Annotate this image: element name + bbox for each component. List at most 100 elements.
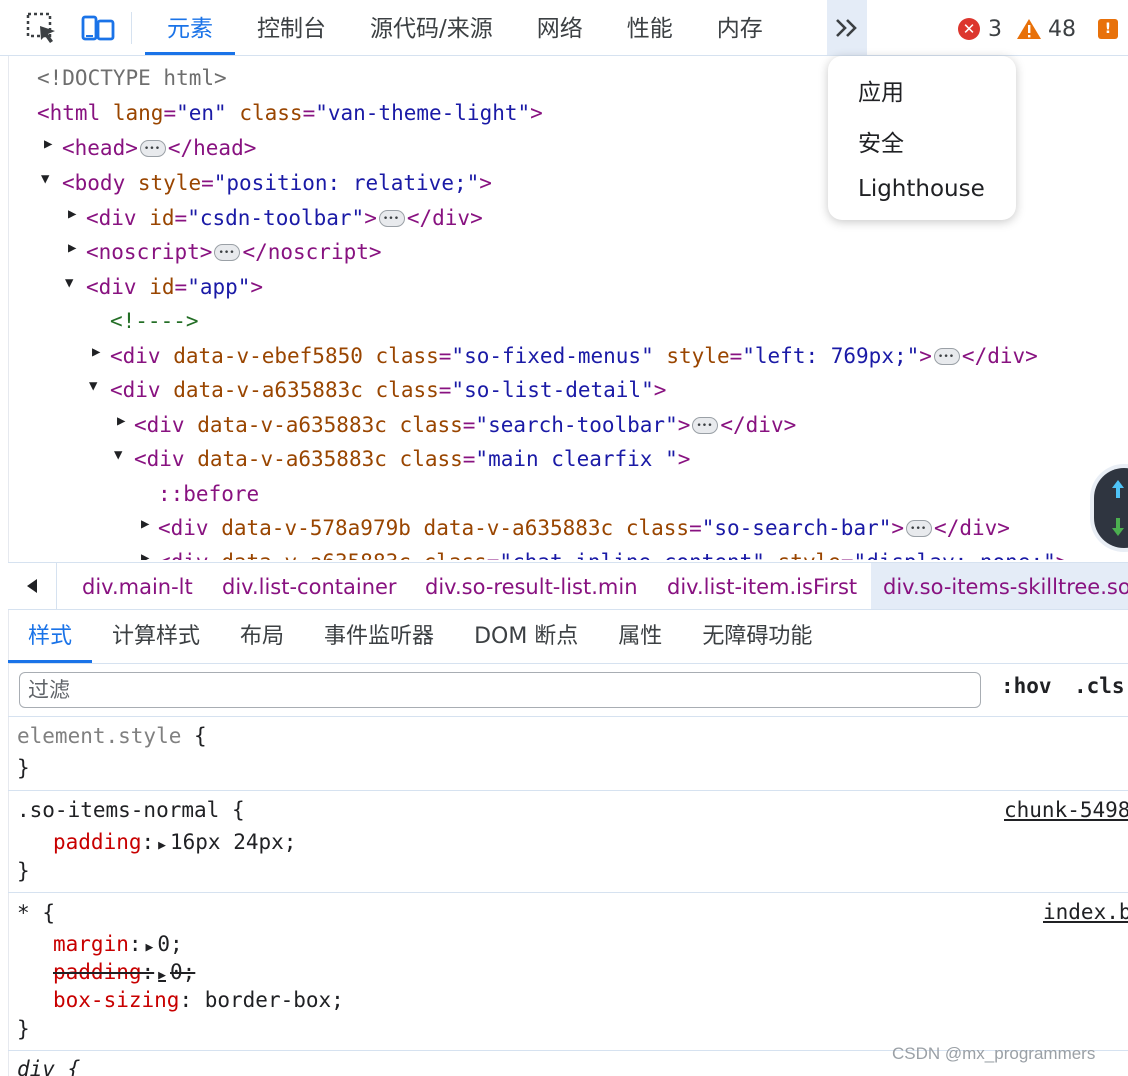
breadcrumb-item[interactable]: div.list-item.isFirst [655, 563, 869, 609]
tree-row-noscript[interactable]: <noscript> </noscript> [86, 235, 382, 270]
collapse-triangle-icon[interactable]: ▼ [65, 275, 81, 291]
collapse-triangle-icon[interactable]: ▼ [41, 171, 57, 187]
css-property-value[interactable]: 16px 24px; [170, 830, 296, 854]
tag-close: </div> [961, 344, 1038, 368]
css-property-name[interactable]: margin [53, 932, 129, 956]
rule-selector[interactable]: element.style [17, 724, 181, 748]
issues-counter[interactable]: ✕ 3 48 ! [958, 14, 1118, 44]
breadcrumb-item[interactable]: div.main-lt [70, 563, 205, 609]
attr-value: "so-fixed-menus" [451, 344, 654, 368]
expand-triangle-icon[interactable]: ▶ [92, 344, 108, 360]
attr-value: "chat-inline-content" [499, 550, 765, 560]
tree-row-main-clearfix[interactable]: <div data-v-a635883c class="main clearfi… [134, 442, 690, 476]
attr-value: "csdn-toolbar" [187, 206, 365, 230]
tag-end: > [479, 171, 492, 195]
expand-triangle-icon[interactable]: ▶ [158, 968, 166, 983]
tree-row-app[interactable]: <div id="app"> [86, 270, 263, 304]
tab-layout[interactable]: 布局 [220, 609, 304, 663]
tree-row-head[interactable]: <head> </head> [62, 131, 256, 166]
attr-name: data-v-a635883c [221, 550, 411, 560]
cls-button[interactable]: .cls [1074, 674, 1125, 698]
breadcrumb-item[interactable]: div.so-result-list.min [413, 563, 650, 609]
ellipsis-icon[interactable] [139, 132, 166, 166]
tag-text: <body [62, 171, 126, 195]
menu-item-application[interactable]: 应用 [858, 73, 904, 107]
css-rule-universal: * { index.b margin: ▶ 0; padding: ▶ 0; box-s… [8, 893, 1128, 1051]
filter-input[interactable] [19, 672, 981, 708]
menu-item-security[interactable]: 安全 [858, 124, 904, 158]
tree-row-list-detail[interactable]: <div data-v-a635883c class="so-list-deta… [110, 373, 666, 407]
tab-elements[interactable]: 元素 [145, 0, 235, 55]
ellipsis-icon[interactable] [906, 512, 933, 546]
rule-source-link[interactable]: chunk-5498 [1004, 798, 1128, 822]
tag-end: > [250, 275, 264, 299]
floating-scroll-widget[interactable] [1094, 468, 1128, 548]
css-rule-element-style: element.style { } [8, 717, 1128, 791]
attr-name: data-v-ebef5850 [173, 344, 363, 368]
breadcrumb-item[interactable]: div.list-container [210, 563, 409, 609]
breadcrumb-scroll-left-button[interactable] [8, 563, 57, 609]
tree-row-comment[interactable]: <!----> [110, 304, 199, 338]
tab-sources[interactable]: 源代码/来源 [348, 0, 515, 55]
tree-row-fixed-menus[interactable]: <div data-v-ebef5850 class="so-fixed-men… [110, 339, 1038, 374]
expand-triangle-icon[interactable]: ▶ [44, 136, 60, 152]
breadcrumb-item-selected[interactable]: div.so-items-skilltree.so [871, 563, 1128, 609]
inspect-element-icon[interactable] [24, 10, 60, 46]
tree-row-html[interactable]: <html lang="en" class="van-theme-light"> [37, 96, 543, 130]
tab-dom-breakpoints[interactable]: DOM 断点 [454, 609, 598, 663]
error-count: 3 [988, 16, 1002, 42]
expand-triangle-icon[interactable]: ▶ [68, 206, 84, 222]
ellipsis-icon[interactable] [214, 236, 241, 270]
expand-triangle-icon[interactable]: ▶ [146, 940, 154, 955]
expand-triangle-icon[interactable]: ▶ [141, 550, 157, 560]
more-tabs-button[interactable] [827, 0, 867, 55]
tree-row-search-toolbar[interactable]: <div data-v-a635883c class="search-toolb… [134, 408, 796, 443]
ellipsis-icon[interactable] [933, 340, 960, 374]
doctype-text: <!DOCTYPE html> [37, 66, 227, 90]
ellipsis-icon[interactable] [378, 202, 405, 236]
collapse-triangle-icon[interactable]: ▼ [89, 378, 105, 394]
triangle-left-icon [27, 579, 37, 593]
tab-styles[interactable]: 样式 [8, 609, 93, 663]
rule-selector[interactable]: div [17, 1057, 55, 1076]
expand-triangle-icon[interactable]: ▶ [158, 838, 166, 853]
expand-triangle-icon[interactable]: ▶ [141, 516, 157, 532]
rule-selector[interactable]: * [17, 901, 30, 925]
menu-item-lighthouse[interactable]: Lighthouse [858, 176, 985, 202]
tree-row-search-bar[interactable]: <div data-v-578a979b data-v-a635883c cla… [158, 511, 1010, 546]
tab-performance[interactable]: 性能 [605, 0, 695, 55]
tab-accessibility[interactable]: 无障碍功能 [682, 609, 832, 663]
tab-memory[interactable]: 内存 [695, 0, 785, 55]
css-property-value[interactable]: 0; [157, 932, 182, 956]
tree-row-body[interactable]: <body style="position: relative;"> [62, 166, 492, 200]
tab-console[interactable]: 控制台 [235, 0, 348, 55]
tab-properties[interactable]: 属性 [598, 609, 682, 663]
tree-row-doctype[interactable]: <!DOCTYPE html> [37, 61, 227, 95]
tree-row-csdn-toolbar[interactable]: <div id="csdn-toolbar"></div> [86, 201, 483, 236]
css-property-name[interactable]: padding [53, 830, 142, 854]
device-toolbar-icon[interactable] [80, 10, 116, 46]
tab-computed[interactable]: 计算样式 [92, 609, 220, 663]
tag-end: > [677, 413, 691, 437]
css-property-value-overridden[interactable]: 0; [170, 960, 195, 984]
expand-triangle-icon[interactable]: ▶ [68, 240, 84, 256]
css-property-name[interactable]: box-sizing [53, 988, 179, 1012]
tag-end: > [891, 516, 905, 540]
tree-row-before[interactable]: ::before [158, 477, 259, 511]
attr-name: style [137, 171, 202, 195]
tab-event-listeners[interactable]: 事件监听器 [304, 609, 454, 663]
expand-triangle-icon[interactable]: ▶ [117, 413, 133, 429]
tab-network[interactable]: 网络 [515, 0, 605, 55]
styles-pane-tabs: 样式 计算样式 布局 事件监听器 DOM 断点 属性 无障碍功能 [8, 609, 1128, 664]
warning-icon [1017, 19, 1041, 39]
css-property-value[interactable]: border-box; [205, 988, 344, 1012]
css-property-name-overridden[interactable]: padding [53, 960, 142, 984]
ellipsis-icon[interactable] [692, 409, 719, 443]
tag-end: > [653, 378, 667, 402]
hov-button[interactable]: :hov [1001, 674, 1052, 698]
tree-row-chat-inline[interactable]: <div data-v-a635883c class="chat-inline-… [158, 545, 1068, 560]
rule-source-link[interactable]: index.b [1043, 900, 1128, 924]
rule-close-brace: } [17, 859, 30, 883]
rule-selector[interactable]: .so-items-normal [17, 798, 219, 822]
collapse-triangle-icon[interactable]: ▼ [114, 447, 130, 463]
